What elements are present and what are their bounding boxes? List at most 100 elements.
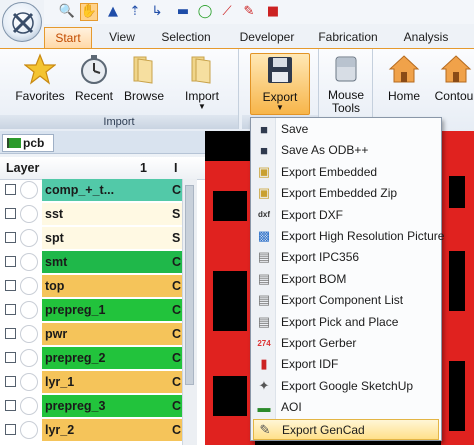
layer-name: spt — [42, 227, 138, 249]
layer-color-swatch-icon[interactable] — [20, 205, 38, 223]
menu-item-save[interactable]: ■ Save — [253, 119, 439, 140]
layer-column-2-cell: C — [172, 275, 182, 297]
layer-color-swatch-icon[interactable] — [20, 373, 38, 391]
layer-row[interactable]: pwr C — [0, 323, 182, 345]
layer-color-swatch-icon[interactable] — [20, 349, 38, 367]
menu-item-export-embedded-zip[interactable]: ▣ Export Embedded Zip — [253, 183, 439, 204]
menu-item-export-idf[interactable]: ▮ Export IDF — [253, 354, 439, 375]
home-button[interactable]: Home — [382, 53, 426, 103]
menu-item-label: Export GenCad — [282, 422, 365, 437]
layer-visibility-checkbox[interactable] — [5, 280, 16, 291]
app-logo-button[interactable] — [2, 2, 42, 42]
layer-row[interactable]: spt S — [0, 227, 182, 249]
layer-visibility-checkbox[interactable] — [5, 232, 16, 243]
menu-item-export-embedded[interactable]: ▣ Export Embedded — [253, 162, 439, 183]
layer-name: lyr_1 — [42, 371, 138, 393]
column-2-header[interactable]: I — [174, 161, 177, 175]
layer-column-1-cell — [138, 299, 172, 321]
export-button[interactable]: Export ▼ — [250, 53, 310, 115]
layer-row[interactable]: prepreg_2 C — [0, 347, 182, 369]
hand-icon[interactable]: ✋ — [80, 3, 98, 21]
contour-button[interactable]: Contour — [432, 53, 474, 103]
layer-name: sst — [42, 203, 138, 225]
layer-visibility-checkbox[interactable] — [5, 376, 16, 387]
menu-item-aoi[interactable]: ▬ AOI — [253, 397, 439, 418]
layer-visibility-checkbox[interactable] — [5, 304, 16, 315]
recent-button[interactable]: Recent — [72, 53, 116, 103]
menu-item-export-gerber[interactable]: 274 Export Gerber — [253, 333, 439, 354]
layer-color-swatch-icon[interactable] — [20, 181, 38, 199]
layer-row[interactable]: prepreg_3 C — [0, 395, 182, 417]
menu-item-label: Save As ODB++ — [281, 143, 369, 158]
layer-visibility-checkbox[interactable] — [5, 328, 16, 339]
tab-analysis[interactable]: Analysis — [396, 27, 456, 48]
layer-column-1-cell — [138, 203, 172, 225]
layer-column-1-cell — [138, 347, 172, 369]
layer-row[interactable]: comp_+_t... C — [0, 179, 182, 201]
layer-scrollbar[interactable] — [182, 179, 197, 445]
menu-item-label: Export High Resolution Picture — [281, 229, 445, 243]
menu-item-label: Export Google SketchUp — [281, 378, 414, 393]
save-as-icon: ■ — [260, 142, 268, 158]
scrollbar-thumb[interactable] — [185, 185, 194, 385]
fill-icon[interactable]: ■ — [264, 3, 282, 21]
route-icon[interactable]: ↳ — [148, 3, 166, 21]
column-1-header[interactable]: 1 — [140, 161, 147, 175]
layer-color-swatch-icon[interactable] — [20, 397, 38, 415]
menu-item-export-high-resolution-picture[interactable]: ▩ Export High Resolution Picture — [253, 226, 445, 247]
layer-visibility-checkbox[interactable] — [5, 424, 16, 435]
menu-item-export-google-sketchup[interactable]: ✦ Export Google SketchUp — [253, 376, 439, 397]
layer-row[interactable]: lyr_2 C — [0, 419, 182, 441]
favorites-button[interactable]: Favorites — [14, 53, 66, 103]
pen-icon[interactable]: ✎ — [240, 3, 258, 21]
layer-name: prepreg_1 — [42, 299, 138, 321]
mouse-tools-button[interactable]: Mouse Tools — [324, 53, 368, 115]
layer-row[interactable]: prepreg_1 C — [0, 299, 182, 321]
menu-item-export-component-list[interactable]: ▤ Export Component List — [253, 290, 439, 311]
import-button[interactable]: Import ▼ — [180, 53, 224, 111]
tab-developer[interactable]: Developer — [232, 27, 302, 48]
layer-row[interactable]: smt C — [0, 251, 182, 273]
layer-visibility-checkbox[interactable] — [5, 184, 16, 195]
layer-color-swatch-icon[interactable] — [20, 277, 38, 295]
layer-column-1-cell — [138, 371, 172, 393]
layer-color-swatch-icon[interactable] — [20, 421, 38, 439]
search-icon[interactable]: 🔍 — [58, 3, 76, 21]
tab-view[interactable]: View — [99, 27, 145, 48]
tab-start[interactable]: Start — [44, 27, 92, 48]
layer-column-header[interactable]: Layer — [6, 161, 39, 175]
menu-item-export-pick-and-place[interactable]: ▤ Export Pick and Place — [253, 312, 439, 333]
layer-color-swatch-icon[interactable] — [20, 229, 38, 247]
layer-row[interactable]: lyr_1 C — [0, 371, 182, 393]
layer-color-swatch-icon[interactable] — [20, 301, 38, 319]
circle-icon[interactable]: ◯ — [196, 3, 214, 21]
line-icon[interactable]: ▬ — [174, 3, 192, 21]
layer-row[interactable]: sst S — [0, 203, 182, 225]
stopwatch-icon — [78, 53, 110, 85]
layer-column-2-cell: C — [172, 395, 182, 417]
layer-visibility-checkbox[interactable] — [5, 400, 16, 411]
menu-item-export-ipc356[interactable]: ▤ Export IPC356 — [253, 247, 439, 268]
layer-visibility-checkbox[interactable] — [5, 256, 16, 267]
layer-row[interactable]: top C — [0, 275, 182, 297]
tab-fabrication[interactable]: Fabrication — [312, 27, 384, 48]
move-arrow-icon[interactable]: ⇡ — [126, 3, 144, 21]
select-arrow-icon[interactable]: ▲ — [104, 3, 122, 21]
menu-item-export-bom[interactable]: ▤ Export BOM — [253, 269, 439, 290]
menu-item-export-gencad[interactable]: ✎ Export GenCad — [253, 418, 439, 440]
document-tab-pcb[interactable]: pcb — [2, 134, 54, 152]
layer-color-swatch-icon[interactable] — [20, 325, 38, 343]
layer-name: prepreg_2 — [42, 347, 138, 369]
browse-button[interactable]: Browse — [122, 53, 166, 103]
layer-visibility-checkbox[interactable] — [5, 352, 16, 363]
menu-item-save-as-odb[interactable]: ■ Save As ODB++ — [253, 140, 439, 161]
dxf-icon: dxf — [258, 210, 270, 220]
brush-icon[interactable]: ⟋ — [218, 3, 236, 21]
layer-panel: Layer 1 I comp_+_t... Csst Sspt Ssmt Ctop Cpr… — [0, 157, 206, 445]
idf-icon: ▮ — [260, 356, 268, 372]
tab-selection[interactable]: Selection — [152, 27, 220, 48]
import-group: Favorites Recent Browse Import ▼ Import — [0, 49, 239, 129]
layer-color-swatch-icon[interactable] — [20, 253, 38, 271]
layer-visibility-checkbox[interactable] — [5, 208, 16, 219]
menu-item-export-dxf[interactable]: dxf Export DXF — [253, 205, 439, 226]
